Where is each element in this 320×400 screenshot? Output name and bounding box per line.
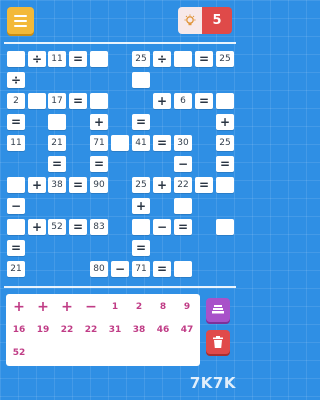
number-cell: 52 (48, 219, 66, 235)
number-cell: 80 (90, 261, 108, 277)
number-cell: 25 (216, 135, 234, 151)
number-cell: 6 (174, 93, 192, 109)
operator-cell: ÷ (7, 72, 25, 88)
empty-slot[interactable] (216, 219, 234, 235)
operator-cell: + (28, 177, 46, 193)
operator-cell: + (216, 114, 234, 130)
stack-layers-icon (212, 305, 224, 314)
empty-slot[interactable] (174, 198, 192, 214)
trash-button[interactable] (206, 330, 230, 354)
number-cell: 21 (7, 261, 25, 277)
number-cell: 41 (132, 135, 150, 151)
number-tile[interactable]: 22 (57, 321, 77, 339)
number-tile[interactable]: 2 (129, 298, 149, 316)
tile-tray: + + + −1 2 8 9 16 19 22 22 31 38 46 47 52 (6, 294, 200, 366)
operator-cell: = (90, 156, 108, 172)
menu-button[interactable] (7, 7, 34, 34)
number-cell: 17 (48, 93, 66, 109)
operator-cell: = (7, 240, 25, 256)
number-tile[interactable]: 46 (153, 321, 173, 339)
operator-cell: = (216, 156, 234, 172)
operator-tile[interactable]: + (9, 298, 29, 316)
empty-slot[interactable] (7, 219, 25, 235)
operator-cell: = (69, 219, 87, 235)
number-cell: 90 (90, 177, 108, 193)
number-tile[interactable]: 9 (177, 298, 197, 316)
trash-icon (213, 336, 223, 348)
empty-slot[interactable] (7, 177, 25, 193)
operator-cell: = (69, 177, 87, 193)
number-cell: 71 (132, 261, 150, 277)
number-cell: 83 (90, 219, 108, 235)
operator-cell: = (132, 240, 150, 256)
operator-cell: ÷ (28, 51, 46, 67)
operator-cell: − (111, 261, 129, 277)
operator-cell: + (153, 177, 171, 193)
empty-slot[interactable] (132, 219, 150, 235)
empty-slot[interactable] (174, 51, 192, 67)
number-cell: 2 (7, 93, 25, 109)
number-cell: 25 (132, 177, 150, 193)
number-cell: 30 (174, 135, 192, 151)
watermark-logo: 7K7K (189, 374, 236, 392)
operator-cell: + (153, 93, 171, 109)
top-divider (4, 42, 236, 44)
operator-cell: − (153, 219, 171, 235)
operator-cell: − (7, 198, 25, 214)
operator-cell: = (7, 114, 25, 130)
number-tile[interactable]: 52 (9, 344, 29, 362)
number-tile[interactable]: 16 (9, 321, 29, 339)
operator-cell: = (174, 219, 192, 235)
empty-slot[interactable] (216, 93, 234, 109)
operator-cell: − (174, 156, 192, 172)
empty-slot[interactable] (48, 114, 66, 130)
operator-cell: = (69, 51, 87, 67)
operator-cell: + (90, 114, 108, 130)
number-tile[interactable]: 19 (33, 321, 53, 339)
lightbulb-icon (178, 7, 202, 34)
hints-remaining: 5 (202, 7, 232, 34)
stack-button[interactable] (206, 298, 230, 322)
empty-slot[interactable] (111, 135, 129, 151)
operator-cell: = (153, 135, 171, 151)
number-cell: 38 (48, 177, 66, 193)
empty-slot[interactable] (216, 177, 234, 193)
empty-slot[interactable] (90, 51, 108, 67)
empty-slot[interactable] (132, 72, 150, 88)
operator-cell: = (132, 114, 150, 130)
empty-slot[interactable] (28, 93, 46, 109)
hamburger-menu-icon (14, 14, 27, 17)
number-tile[interactable]: 1 (105, 298, 125, 316)
number-cell: 71 (90, 135, 108, 151)
operator-tile[interactable]: − (81, 298, 101, 316)
operator-cell: + (132, 198, 150, 214)
top-bar: 5 (0, 0, 240, 42)
empty-slot[interactable] (90, 93, 108, 109)
tray-divider (4, 286, 236, 288)
operator-tile[interactable]: + (57, 298, 77, 316)
number-cell: 21 (48, 135, 66, 151)
number-tile[interactable]: 38 (129, 321, 149, 339)
operator-cell: = (48, 156, 66, 172)
operator-cell: = (153, 261, 171, 277)
hint-button[interactable]: 5 (178, 7, 232, 34)
operator-cell: + (28, 219, 46, 235)
number-tile[interactable]: 22 (81, 321, 101, 339)
number-tile[interactable]: 31 (105, 321, 125, 339)
operator-cell: ÷ (153, 51, 171, 67)
number-tile[interactable]: 47 (177, 321, 197, 339)
empty-slot[interactable] (7, 51, 25, 67)
number-cell: 25 (132, 51, 150, 67)
number-cell: 22 (174, 177, 192, 193)
number-tile[interactable]: 8 (153, 298, 173, 316)
number-cell: 25 (216, 51, 234, 67)
operator-tile[interactable]: + (33, 298, 53, 316)
operator-cell: = (195, 93, 213, 109)
operator-cell: = (195, 177, 213, 193)
operator-cell: = (195, 51, 213, 67)
number-cell: 11 (7, 135, 25, 151)
operator-cell: = (69, 93, 87, 109)
empty-slot[interactable] (174, 261, 192, 277)
number-cell: 11 (48, 51, 66, 67)
